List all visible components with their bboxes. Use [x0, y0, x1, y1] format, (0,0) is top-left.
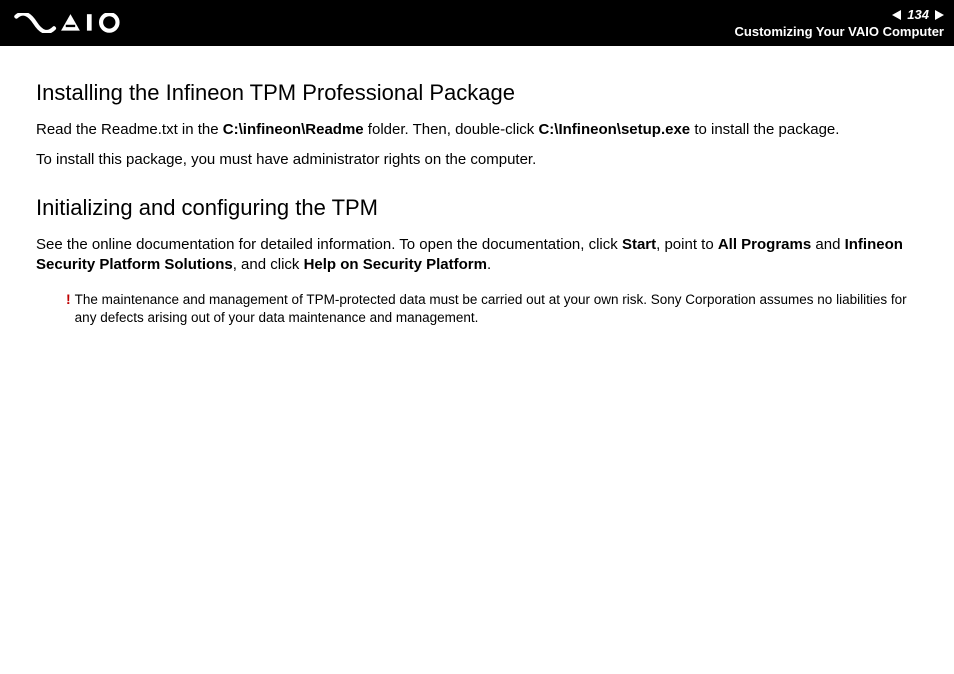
page-root: 134 Customizing Your VAIO Computer Insta…: [0, 0, 954, 674]
path-readme: C:\infineon\Readme: [223, 121, 364, 138]
paragraph-init-1: See the online documentation for detaile…: [36, 235, 918, 276]
paragraph-install-2: To install this package, you must have a…: [36, 150, 918, 170]
warning-note: ! The maintenance and management of TPM-…: [36, 285, 918, 327]
header-right: 134 Customizing Your VAIO Computer: [735, 7, 944, 39]
path-setup: C:\Infineon\setup.exe: [538, 121, 690, 138]
text: Read the Readme.txt in the: [36, 121, 223, 138]
warning-icon: !: [66, 292, 71, 327]
header-bar: 134 Customizing Your VAIO Computer: [0, 0, 954, 46]
vaio-logo: [14, 13, 134, 33]
menu-help: Help on Security Platform: [304, 256, 487, 273]
menu-start: Start: [622, 236, 656, 253]
spacer: [36, 181, 918, 195]
heading-install-tpm: Installing the Infineon TPM Professional…: [36, 80, 918, 106]
text: .: [487, 256, 491, 273]
text: See the online documentation for detaile…: [36, 236, 622, 253]
paragraph-install-1: Read the Readme.txt in the C:\infineon\R…: [36, 120, 918, 140]
section-title: Customizing Your VAIO Computer: [735, 24, 944, 39]
page-navigator: 134: [892, 7, 944, 22]
page-number: 134: [907, 7, 929, 22]
warning-text: The maintenance and management of TPM-pr…: [75, 291, 918, 327]
heading-init-tpm: Initializing and configuring the TPM: [36, 195, 918, 221]
text: and: [811, 236, 844, 253]
text: to install the package.: [690, 121, 839, 138]
menu-all-programs: All Programs: [718, 236, 811, 253]
text: folder. Then, double-click: [364, 121, 539, 138]
next-page-arrow-icon[interactable]: [935, 10, 944, 20]
text: , point to: [656, 236, 718, 253]
prev-page-arrow-icon[interactable]: [892, 10, 901, 20]
text: , and click: [233, 256, 304, 273]
content-area: Installing the Infineon TPM Professional…: [0, 46, 954, 327]
